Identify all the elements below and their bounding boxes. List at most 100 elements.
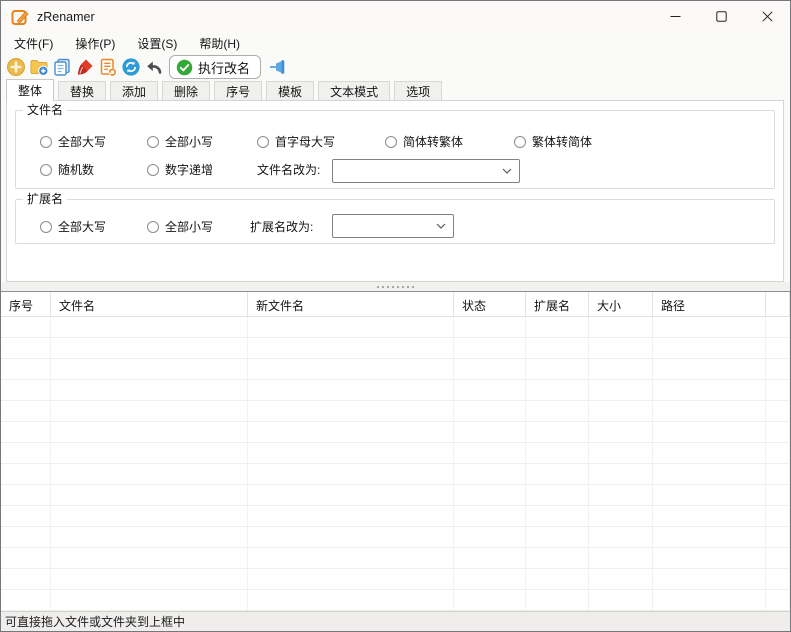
- menu-item-help[interactable]: 帮助(H): [188, 32, 251, 55]
- tab-template[interactable]: 模板: [266, 81, 314, 101]
- toolbar: 执行改名: [1, 54, 790, 80]
- table-row[interactable]: [1, 443, 790, 464]
- column-header-path[interactable]: 路径: [653, 292, 766, 316]
- check-circle-icon: [176, 59, 193, 76]
- tab-overall[interactable]: 整体: [6, 79, 54, 101]
- add-files-button[interactable]: [5, 56, 27, 78]
- radio-label: 随机数: [58, 161, 94, 178]
- tab-number[interactable]: 序号: [214, 81, 262, 101]
- menu-item-settings[interactable]: 设置(S): [126, 32, 188, 55]
- chevron-down-icon: [436, 223, 446, 229]
- table-cell-index: [1, 548, 51, 568]
- tab-delete[interactable]: 删除: [162, 81, 210, 101]
- table-cell-status: [454, 443, 526, 463]
- table-cell-index: [1, 401, 51, 421]
- minimize-button[interactable]: [652, 1, 698, 32]
- table-cell-new-filename: [248, 380, 454, 400]
- tab-options[interactable]: 选项: [394, 81, 442, 101]
- statusbar: 可直接拖入文件或文件夹到上框中: [1, 611, 790, 631]
- table-cell-status: [454, 464, 526, 484]
- extension-group-title: 扩展名: [23, 192, 67, 207]
- table-cell-path: [653, 317, 766, 337]
- table-cell-extension: [526, 464, 589, 484]
- table-cell-new-filename: [248, 569, 454, 589]
- execute-rename-button[interactable]: 执行改名: [169, 55, 261, 79]
- table-cell-filler: [766, 380, 790, 400]
- file-list-button[interactable]: [51, 56, 73, 78]
- table-cell-size: [589, 506, 653, 526]
- table-row[interactable]: [1, 317, 790, 338]
- table-cell-path: [653, 443, 766, 463]
- table-cell-extension: [526, 443, 589, 463]
- menu-item-action[interactable]: 操作(P): [64, 32, 126, 55]
- table-cell-filename: [51, 359, 248, 379]
- table-row[interactable]: [1, 548, 790, 569]
- tab-replace[interactable]: 替换: [58, 81, 106, 101]
- table-cell-filler: [766, 485, 790, 505]
- splitter-handle[interactable]: [1, 282, 790, 291]
- table-cell-extension: [526, 380, 589, 400]
- radio-ext-lowercase[interactable]: 全部小写: [147, 219, 213, 234]
- app-icon: [11, 8, 29, 26]
- column-header-index[interactable]: 序号: [1, 292, 51, 316]
- table-cell-path: [653, 590, 766, 610]
- undo-button[interactable]: [143, 56, 165, 78]
- radio-lowercase[interactable]: 全部小写: [147, 134, 213, 149]
- folder-plus-icon: [29, 57, 49, 77]
- table-cell-status: [454, 401, 526, 421]
- radio-random-number[interactable]: 随机数: [40, 162, 94, 177]
- table-cell-index: [1, 527, 51, 547]
- table-cell-filler: [766, 401, 790, 421]
- filename-rename-combobox[interactable]: [332, 159, 520, 183]
- table-cell-extension: [526, 527, 589, 547]
- table-row[interactable]: [1, 359, 790, 380]
- radio-circle-icon: [147, 221, 159, 233]
- clear-list-button[interactable]: [74, 56, 96, 78]
- table-row[interactable]: [1, 569, 790, 590]
- radio-label: 全部小写: [165, 133, 213, 150]
- refresh-names-button[interactable]: [97, 56, 119, 78]
- table-cell-index: [1, 569, 51, 589]
- menu-item-file[interactable]: 文件(F): [3, 32, 64, 55]
- refresh-button[interactable]: [120, 56, 142, 78]
- table-row[interactable]: [1, 464, 790, 485]
- radio-capitalize-first[interactable]: 首字母大写: [257, 134, 335, 149]
- pin-window-button[interactable]: [266, 55, 290, 79]
- table-row[interactable]: [1, 380, 790, 401]
- table-row[interactable]: [1, 401, 790, 422]
- file-table: 序号文件名新文件名状态扩展名大小路径: [1, 291, 790, 611]
- tab-add[interactable]: 添加: [110, 81, 158, 101]
- close-button[interactable]: [744, 1, 790, 32]
- column-header-status[interactable]: 状态: [454, 292, 526, 316]
- table-cell-path: [653, 401, 766, 421]
- table-cell-new-filename: [248, 338, 454, 358]
- radio-traditional-to-simplified[interactable]: 繁体转简体: [514, 134, 592, 149]
- radio-number-increment[interactable]: 数字递增: [147, 162, 213, 177]
- maximize-button[interactable]: [698, 1, 744, 32]
- table-row[interactable]: [1, 422, 790, 443]
- column-header-size[interactable]: 大小: [589, 292, 653, 316]
- table-row[interactable]: [1, 338, 790, 359]
- table-row[interactable]: [1, 485, 790, 506]
- radio-simplified-to-traditional[interactable]: 简体转繁体: [385, 134, 463, 149]
- radio-ext-uppercase[interactable]: 全部大写: [40, 219, 106, 234]
- add-folder-button[interactable]: [28, 56, 50, 78]
- column-header-filler[interactable]: [766, 292, 790, 316]
- column-header-extension[interactable]: 扩展名: [526, 292, 589, 316]
- table-row[interactable]: [1, 527, 790, 548]
- radio-circle-icon: [514, 136, 526, 148]
- table-cell-path: [653, 548, 766, 568]
- extension-rename-combobox[interactable]: [332, 214, 454, 238]
- table-cell-filler: [766, 569, 790, 589]
- column-header-filename[interactable]: 文件名: [51, 292, 248, 316]
- table-cell-status: [454, 359, 526, 379]
- tab-text-mode[interactable]: 文本模式: [318, 81, 390, 101]
- window-title: zRenamer: [37, 10, 95, 24]
- table-row[interactable]: [1, 506, 790, 527]
- table-row[interactable]: [1, 590, 790, 611]
- table-cell-path: [653, 506, 766, 526]
- table-cell-path: [653, 485, 766, 505]
- column-header-new-filename[interactable]: 新文件名: [248, 292, 454, 316]
- radio-uppercase[interactable]: 全部大写: [40, 134, 106, 149]
- radio-circle-icon: [147, 136, 159, 148]
